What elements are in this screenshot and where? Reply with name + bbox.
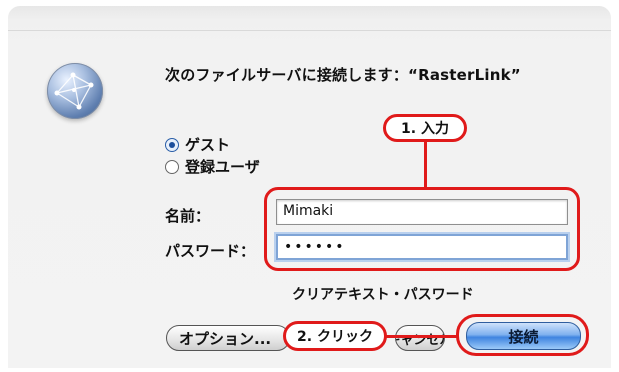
name-label: 名前：	[165, 207, 211, 225]
cancel-button[interactable]: キャンセル	[395, 325, 445, 351]
options-button[interactable]: オプション...	[166, 325, 290, 351]
radio-registered-indicator[interactable]	[165, 159, 179, 174]
annotation-step1-bubble: 1. 入力	[383, 114, 467, 142]
network-globe-icon	[47, 63, 103, 119]
radio-guest[interactable]: ゲスト	[165, 134, 230, 155]
titlebar-divider	[8, 30, 611, 31]
radio-guest-label: ゲスト	[185, 136, 231, 154]
annotation-click-connector	[385, 335, 458, 338]
radio-registered-label: 登録ユーザ	[185, 158, 260, 176]
annotation-connect-box	[456, 314, 589, 356]
annotation-input-box	[264, 187, 580, 271]
password-label: パスワード：	[165, 242, 256, 260]
radio-registered-user[interactable]: 登録ユーザ	[165, 156, 260, 177]
radio-guest-indicator[interactable]	[165, 137, 179, 152]
server-message: 次のファイルサーバに接続します：“RasterLink”	[165, 66, 521, 84]
cleartext-note: クリアテキスト・パスワード	[292, 287, 474, 303]
annotation-step2-bubble: 2. クリック	[283, 321, 387, 351]
